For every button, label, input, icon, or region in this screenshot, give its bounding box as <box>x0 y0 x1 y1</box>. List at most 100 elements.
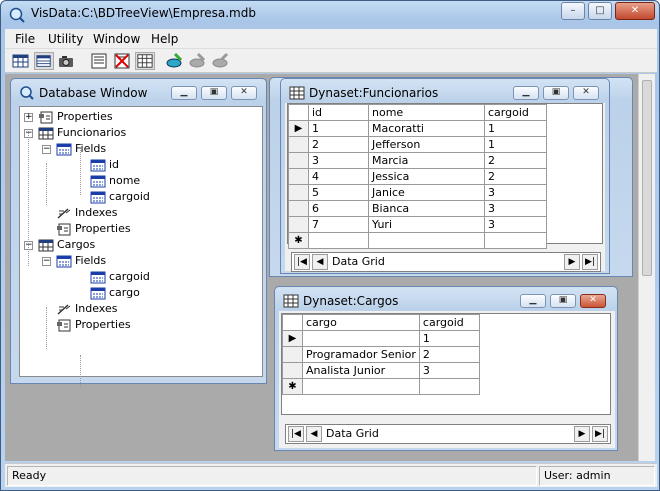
table-cell[interactable]: 3 <box>484 216 547 233</box>
menu-window[interactable]: Window <box>93 32 140 46</box>
table-row[interactable]: 5 Janice 3 <box>288 184 547 201</box>
form-icon[interactable] <box>89 52 109 70</box>
db-minimize-button[interactable]: ▁ <box>171 86 197 100</box>
funcionarios-window[interactable]: Dynaset:Funcionarios ▁ ▣ ✕ id nome cargo… <box>280 78 610 274</box>
tree-node-cargos[interactable]: Cargos <box>38 238 95 254</box>
column-header-cargoid[interactable]: cargoid <box>418 314 480 331</box>
row-header[interactable] <box>288 152 309 169</box>
table-cell[interactable]: 5 <box>308 184 369 201</box>
cargos-data-control[interactable]: |◀ ◀ Data Grid ▶ ▶| <box>285 424 611 444</box>
new-record-row[interactable]: ✱ <box>282 378 480 395</box>
title-bar[interactable]: VisData:C:\BDTreeView\Empresa.mdb – □ ✕ <box>1 1 659 29</box>
menu-utility[interactable]: Utility <box>48 32 83 46</box>
tree-node-fields[interactable]: Fields <box>56 254 106 270</box>
func-restore-button[interactable]: ▣ <box>543 86 569 100</box>
table-cell[interactable]: Macoratti <box>368 120 485 137</box>
row-header[interactable] <box>288 216 309 233</box>
database-tree[interactable]: Properties + Funcionarios − Fields − id nome car… <box>19 106 263 387</box>
tree-node-properties[interactable]: Properties <box>56 318 131 334</box>
table-view-icon[interactable] <box>11 52 31 70</box>
cargos-restore-button[interactable]: ▣ <box>550 294 576 308</box>
table-cell[interactable] <box>368 232 485 249</box>
table-cell[interactable]: 7 <box>308 216 369 233</box>
move-previous-button[interactable]: ◀ <box>312 254 328 270</box>
table-row[interactable]: ▶ 1 <box>282 330 480 347</box>
row-header[interactable] <box>288 200 309 217</box>
current-record-indicator[interactable]: ▶ <box>282 330 303 347</box>
table-cell[interactable] <box>418 378 480 395</box>
table-cell[interactable]: 4 <box>308 168 369 185</box>
db-restore-button[interactable]: ▣ <box>201 86 227 100</box>
table-cell[interactable]: 1 <box>484 136 547 153</box>
table-row[interactable]: 6 Bianca 3 <box>288 200 547 217</box>
table-cell[interactable]: 1 <box>484 120 547 137</box>
vertical-scrollbar[interactable] <box>638 74 655 461</box>
dynaset-icon[interactable] <box>34 52 54 70</box>
collapse-icon[interactable]: − <box>42 257 51 266</box>
tree-node-id[interactable]: id <box>90 158 119 174</box>
tree-node-indexes[interactable]: Indexes <box>56 302 117 318</box>
no-data-control-icon[interactable] <box>112 52 132 70</box>
move-last-button[interactable]: ▶| <box>582 254 598 270</box>
table-cell[interactable]: 2 <box>484 168 547 185</box>
table-cell[interactable]: Marcia <box>368 152 485 169</box>
table-cell[interactable]: Analista Junior <box>302 362 420 379</box>
table-cell[interactable]: 3 <box>484 200 547 217</box>
table-cell[interactable] <box>302 378 420 395</box>
table-cell[interactable]: 1 <box>418 330 480 347</box>
move-next-button[interactable]: ▶ <box>564 254 580 270</box>
close-button[interactable]: ✕ <box>615 2 655 20</box>
tree-node-properties[interactable]: Properties <box>56 222 131 238</box>
table-cell[interactable]: 3 <box>308 152 369 169</box>
move-first-button[interactable]: |◀ <box>288 426 304 442</box>
tree-node-indexes[interactable]: Indexes <box>56 206 117 222</box>
funcionarios-data-control[interactable]: |◀ ◀ Data Grid ▶ ▶| <box>291 252 601 272</box>
begin-trans-icon[interactable] <box>165 52 185 70</box>
maximize-button[interactable]: □ <box>588 2 612 20</box>
func-close-button[interactable]: ✕ <box>573 86 599 100</box>
move-first-button[interactable]: |◀ <box>294 254 310 270</box>
tree-node-cargoid[interactable]: cargoid <box>90 270 150 286</box>
table-cell[interactable]: Bianca <box>368 200 485 217</box>
table-cell[interactable]: 2 <box>308 136 369 153</box>
row-header[interactable] <box>288 168 309 185</box>
table-cell[interactable]: 2 <box>418 346 480 363</box>
menu-help[interactable]: Help <box>151 32 178 46</box>
row-header[interactable] <box>282 362 303 379</box>
tree-node-properties[interactable]: Properties <box>38 110 113 126</box>
table-row[interactable]: 2 Jefferson 1 <box>288 136 547 153</box>
tree-node-cargo[interactable]: cargo <box>90 286 140 302</box>
table-cell[interactable] <box>302 330 420 347</box>
database-window[interactable]: Database Window ▁ ▣ ✕ Properties + Funcion… <box>10 78 267 387</box>
table-cell[interactable] <box>484 232 547 249</box>
column-header-id[interactable]: id <box>308 104 369 121</box>
table-cell[interactable] <box>308 232 369 249</box>
cargos-close-button[interactable]: ✕ <box>580 294 606 308</box>
table-cell[interactable]: 6 <box>308 200 369 217</box>
table-cell[interactable]: Jessica <box>368 168 485 185</box>
table-row[interactable]: 3 Marcia 2 <box>288 152 547 169</box>
row-header[interactable] <box>288 184 309 201</box>
current-record-indicator[interactable]: ▶ <box>288 120 309 137</box>
table-cell[interactable]: 3 <box>418 362 480 379</box>
cargos-minimize-button[interactable]: ▁ <box>520 294 546 308</box>
collapse-icon[interactable]: − <box>42 145 51 154</box>
move-last-button[interactable]: ▶| <box>592 426 608 442</box>
db-close-button[interactable]: ✕ <box>231 86 257 100</box>
table-row[interactable]: Programador Senior 2 <box>282 346 480 363</box>
table-cell[interactable]: Jefferson <box>368 136 485 153</box>
menu-file[interactable]: File <box>15 32 35 46</box>
table-cell[interactable]: Yuri <box>368 216 485 233</box>
table-cell[interactable]: 3 <box>484 184 547 201</box>
table-row[interactable]: 4 Jessica 2 <box>288 168 547 185</box>
table-cell[interactable]: 2 <box>484 152 547 169</box>
column-header-cargoid[interactable]: cargoid <box>484 104 547 121</box>
table-row[interactable]: 7 Yuri 3 <box>288 216 547 233</box>
move-next-button[interactable]: ▶ <box>574 426 590 442</box>
row-header[interactable] <box>288 136 309 153</box>
table-row[interactable]: Analista Junior 3 <box>282 362 480 379</box>
new-record-row[interactable]: ✱ <box>288 232 547 249</box>
funcionarios-data-grid[interactable]: id nome cargoid ▶ 1 Macoratti 1 2 Jefferson 1 3… <box>287 103 603 249</box>
column-header-cargo[interactable]: cargo <box>302 314 420 331</box>
tree-node-funcionarios[interactable]: Funcionarios <box>38 126 126 142</box>
